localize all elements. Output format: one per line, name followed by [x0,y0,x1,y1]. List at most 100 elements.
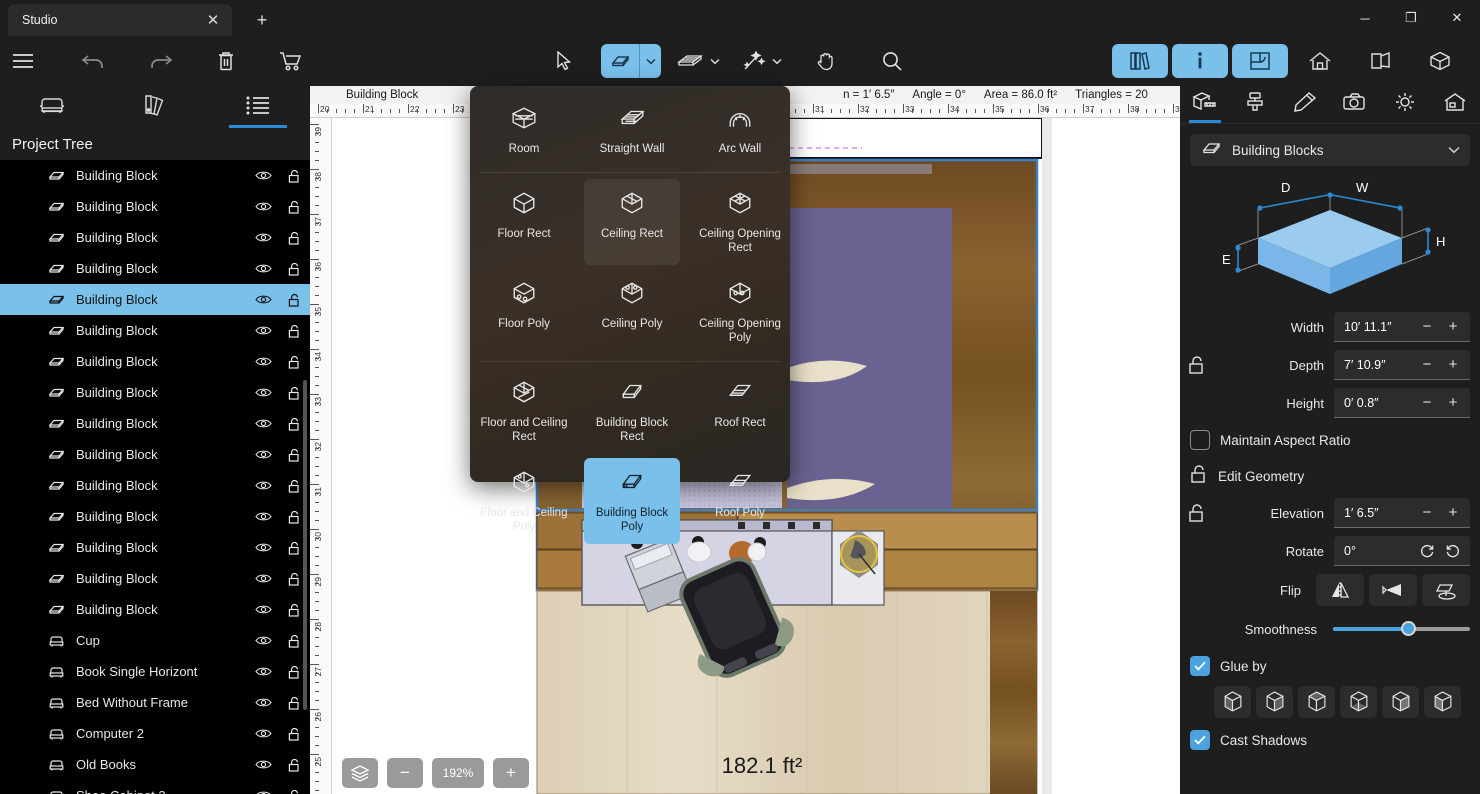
magnifier-icon[interactable] [875,44,909,78]
visibility-eye-icon[interactable] [248,790,278,794]
rotate-input[interactable] [1338,543,1414,558]
glue-left-icon[interactable] [1214,686,1251,718]
depth-field[interactable]: −+ [1334,350,1470,380]
floorplan-2d-button[interactable] [1232,44,1288,78]
wall-tool[interactable] [676,44,720,78]
undo-icon[interactable] [77,44,111,78]
depth-minus-button[interactable]: − [1414,352,1440,378]
elevation-field[interactable]: − + [1334,498,1470,528]
elevation-button[interactable] [1292,44,1348,78]
layers-icon[interactable] [342,758,378,788]
tree-item-13[interactable]: Building Block [0,377,310,408]
menu-item-floor-rect[interactable]: Floor Rect [476,179,572,265]
browser-tab-studio[interactable]: Studio ✕ [8,4,232,36]
visibility-eye-icon[interactable] [248,511,278,522]
visibility-eye-icon[interactable] [248,728,278,739]
smoothness-slider[interactable] [1333,621,1470,636]
visibility-eye-icon[interactable] [248,573,278,584]
visibility-eye-icon[interactable] [248,759,278,770]
visibility-eye-icon[interactable] [248,449,278,460]
elevation-plus-button[interactable]: + [1440,500,1466,526]
glue-front-icon[interactable] [1298,686,1335,718]
menu-item-straight-wall[interactable]: Straight Wall [584,94,680,166]
menu-item-floor-poly[interactable]: Floor Poly [476,269,572,355]
category-selector[interactable]: Building Blocks [1190,134,1470,166]
menu-item-roof-poly[interactable]: Roof Poly [692,458,788,544]
menu-item-ceiling-opening-rect[interactable]: Ceiling Opening Rect [692,179,788,265]
chevron-down-icon[interactable] [1448,141,1460,159]
tree-item-18[interactable]: Building Block [0,222,310,253]
visibility-eye-icon[interactable] [248,232,278,243]
menu-item-floor-and-ceiling-poly[interactable]: Floor and Ceiling Poly [476,458,572,544]
height-field[interactable]: −+ [1334,388,1470,418]
elevation-minus-button[interactable]: − [1414,500,1440,526]
visibility-eye-icon[interactable] [248,170,278,181]
visibility-eye-icon[interactable] [248,418,278,429]
tree-item-8[interactable]: Building Block [0,532,310,563]
tab-furniture[interactable] [0,86,103,128]
unlock-icon[interactable] [278,262,310,276]
glue-right-icon[interactable] [1256,686,1293,718]
vertical-ruler[interactable]: 39383736353433323130292827262524 [310,118,332,794]
chevron-down-icon[interactable] [710,52,720,70]
tree-scrollbar[interactable] [303,380,307,710]
width-plus-button[interactable]: + [1440,314,1466,340]
rotate-field[interactable] [1334,536,1470,566]
width-minus-button[interactable]: − [1414,314,1440,340]
unlock-icon[interactable] [278,355,310,369]
flip-horizontal-icon[interactable] [1316,574,1364,606]
building-block-tool[interactable] [601,44,661,78]
chevron-down-icon[interactable] [772,52,782,70]
rotate-cw-icon[interactable] [1414,538,1440,564]
info-button[interactable] [1172,44,1228,78]
visibility-eye-icon[interactable] [248,294,278,305]
tree-item-20[interactable]: Building Block [0,160,310,191]
glue-by-row[interactable]: Glue by [1180,648,1480,684]
visibility-eye-icon[interactable] [248,542,278,553]
visibility-eye-icon[interactable] [248,356,278,367]
glue-bottom-icon[interactable] [1424,686,1461,718]
close-icon[interactable]: ✕ [200,7,226,33]
zoom-level-value[interactable]: 192% [432,758,484,788]
trash-icon[interactable] [209,44,243,78]
unlock-icon[interactable] [1190,464,1208,489]
visibility-eye-icon[interactable] [248,263,278,274]
glue-top-icon[interactable] [1382,686,1419,718]
unlock-icon[interactable] [278,789,310,794]
tab-project-tree[interactable] [207,86,310,128]
zoom-in-button[interactable]: + [493,758,529,788]
tree-item-11[interactable]: Building Block [0,439,310,470]
menu-item-ceiling-opening-poly[interactable]: Ceiling Opening Poly [692,269,788,355]
elevation-lock-icon[interactable] [1180,503,1214,523]
glue-by-checkbox[interactable] [1190,656,1210,676]
project-tree-list[interactable]: Building Block Building Block Building Blo… [0,160,310,794]
unlock-icon[interactable] [278,727,310,741]
menu-item-building-block-rect[interactable]: Building Block Rect [584,368,680,454]
shopping-cart-icon[interactable] [274,44,308,78]
tree-item-12[interactable]: Building Block [0,408,310,439]
glue-back-icon[interactable] [1340,686,1377,718]
flip-vertical-icon[interactable] [1369,574,1417,606]
tab-lighting[interactable] [1380,86,1430,123]
edit-geometry-row[interactable]: Edit Geometry [1180,458,1480,494]
depth-plus-button[interactable]: + [1440,352,1466,378]
visibility-eye-icon[interactable] [248,201,278,212]
minimize-icon[interactable]: ─ [1342,0,1388,36]
tab-object-properties[interactable] [1180,86,1230,123]
unlock-icon[interactable] [278,231,310,245]
tree-item-5[interactable]: Cup [0,625,310,656]
maximize-icon[interactable]: ❐ [1388,0,1434,36]
unlock-icon[interactable] [278,200,310,214]
visibility-eye-icon[interactable] [248,480,278,491]
library-button[interactable] [1112,44,1168,78]
tree-item-6[interactable]: Building Block [0,594,310,625]
tree-item-2[interactable]: Computer 2 [0,718,310,749]
tree-item-19[interactable]: Building Block [0,191,310,222]
visibility-eye-icon[interactable] [248,697,278,708]
maintain-aspect-row[interactable]: Maintain Aspect Ratio [1180,422,1480,458]
flip-depth-icon[interactable] [1422,574,1470,606]
width-input[interactable] [1338,319,1414,334]
height-minus-button[interactable]: − [1414,390,1440,416]
menu-item-room[interactable]: Room [476,94,572,166]
height-plus-button[interactable]: + [1440,390,1466,416]
